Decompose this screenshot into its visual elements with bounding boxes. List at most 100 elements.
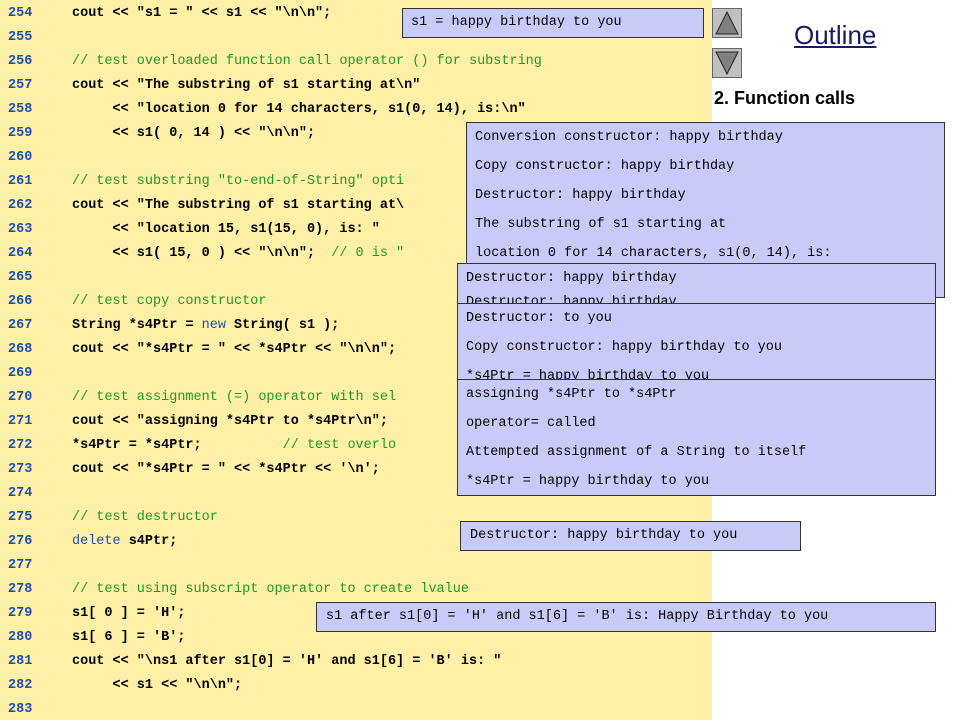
code-token: s4Ptr; xyxy=(120,534,178,549)
code-text: s1[ 0 ] = 'H'; xyxy=(72,602,185,626)
code-comment: // test substring "to-end-of-String" opt… xyxy=(72,174,405,189)
output-box-delete: Destructor: happy birthday to you xyxy=(460,521,801,551)
code-token: cout << "The substring of s1 starting at… xyxy=(72,198,405,213)
line-number: 274 xyxy=(8,486,33,501)
line-number: 272 xyxy=(8,438,33,453)
up-triangle-icon xyxy=(715,10,739,35)
line-number: 266 xyxy=(8,294,33,309)
line-number: 258 xyxy=(8,102,33,117)
line-number: 260 xyxy=(8,150,33,165)
line-number: 264 xyxy=(8,246,33,261)
code-text: // test overloaded function call operato… xyxy=(72,50,542,74)
code-comment: // test overloaded function call operato… xyxy=(72,54,542,69)
output-box-s1: s1 = happy birthday to you xyxy=(402,8,704,38)
code-text: delete s4Ptr; xyxy=(72,530,177,554)
code-text: << s1( 15, 0 ) << "\n\n"; // 0 is " xyxy=(72,242,405,266)
output-box-copy-constructor: Destructor: to you Copy constructor: happ… xyxy=(457,303,936,381)
code-text: cout << "s1 = " << s1 << "\n\n"; xyxy=(72,2,331,26)
line-number: 259 xyxy=(8,126,33,141)
code-token: cout << "*s4Ptr = " << *s4Ptr << '\n'; xyxy=(72,462,380,477)
outline-title[interactable]: Outline xyxy=(794,20,876,51)
code-text: // test substring "to-end-of-String" opt… xyxy=(72,170,404,194)
code-token: << s1 << "\n\n"; xyxy=(72,678,243,693)
code-token: *s4Ptr = *s4Ptr; xyxy=(72,438,283,453)
line-number: 268 xyxy=(8,342,33,357)
code-text: << "location 0 for 14 characters, s1(0, … xyxy=(72,98,526,122)
output-line: assigning *s4Ptr to *s4Ptr xyxy=(466,387,677,402)
output-line: Conversion constructor: happy birthday xyxy=(475,130,783,145)
section-label: 2. Function calls xyxy=(714,88,856,108)
line-number: 269 xyxy=(8,366,33,381)
output-text: s1 = happy birthday to you xyxy=(411,15,622,30)
code-text: cout << "assigning *s4Ptr to *s4Ptr\n"; xyxy=(72,410,388,434)
line-number: 256 xyxy=(8,54,33,69)
code-text: cout << "*s4Ptr = " << *s4Ptr << "\n\n"; xyxy=(72,338,396,362)
line-number: 265 xyxy=(8,270,33,285)
line-number: 276 xyxy=(8,534,33,549)
line-number: 275 xyxy=(8,510,33,525)
output-line: operator= called xyxy=(466,416,596,431)
code-comment: // test overlo xyxy=(282,438,397,453)
line-number: 280 xyxy=(8,630,33,645)
code-comment: // 0 is " xyxy=(331,246,405,261)
line-number: 254 xyxy=(8,6,33,21)
code-comment: // test using subscript operator to crea… xyxy=(72,582,469,597)
line-number: 277 xyxy=(8,558,33,573)
line-number: 262 xyxy=(8,198,33,213)
code-token: cout << "s1 = " << s1 << "\n\n"; xyxy=(72,6,332,21)
code-token: s1[ 6 ] = 'B'; xyxy=(72,630,186,645)
code-token: cout << "assigning *s4Ptr to *s4Ptr\n"; xyxy=(72,414,388,429)
code-text: *s4Ptr = *s4Ptr; // test overlo xyxy=(72,434,396,458)
code-text: cout << "*s4Ptr = " << *s4Ptr << '\n'; xyxy=(72,458,380,482)
output-box-subscript: s1 after s1[0] = 'H' and s1[6] = 'B' is:… xyxy=(316,602,936,632)
output-box-destructor: Destructor: happy birthday Destructor: ha… xyxy=(457,263,936,304)
code-text: // test using subscript operator to crea… xyxy=(72,578,469,602)
output-line: Copy constructor: happy birthday xyxy=(475,159,735,174)
next-slide-button[interactable] xyxy=(712,48,742,78)
line-number: 283 xyxy=(8,702,33,717)
output-line: Attempted assignment of a String to itse… xyxy=(466,445,807,460)
down-triangle-icon xyxy=(715,51,739,76)
code-token: cout << "The substring of s1 starting at… xyxy=(72,78,421,93)
code-token: << "location 0 for 14 characters, s1(0, … xyxy=(72,102,526,117)
code-token: << s1( 15, 0 ) << "\n\n"; xyxy=(72,246,332,261)
code-token: cout << "*s4Ptr = " << *s4Ptr << "\n\n"; xyxy=(72,342,397,357)
code-keyword: new xyxy=(201,318,226,333)
line-number: 281 xyxy=(8,654,33,669)
output-line: Destructor: to you xyxy=(466,311,612,326)
code-token: s1[ 0 ] = 'H'; xyxy=(72,606,186,621)
line-number: 263 xyxy=(8,222,33,237)
code-token: String( s1 ); xyxy=(225,318,340,333)
output-text: s1 after s1[0] = 'H' and s1[6] = 'B' is:… xyxy=(326,609,829,624)
line-number: 261 xyxy=(8,174,33,189)
output-line: Destructor: happy birthday xyxy=(475,188,686,203)
previous-slide-button[interactable] xyxy=(712,8,742,38)
code-comment: // test copy constructor xyxy=(72,294,267,309)
code-text: // test destructor xyxy=(72,506,218,530)
output-box-assignment: assigning *s4Ptr to *s4Ptr operator= call… xyxy=(457,379,936,496)
output-text: Destructor: happy birthday to you xyxy=(470,528,738,543)
line-number: 273 xyxy=(8,462,33,477)
code-text: << s1( 0, 14 ) << "\n\n"; xyxy=(72,122,316,146)
line-number: 267 xyxy=(8,318,33,333)
line-number: 279 xyxy=(8,606,33,621)
code-comment: // test assignment (=) operator with sel xyxy=(72,390,397,405)
line-number: 257 xyxy=(8,78,33,93)
output-line: Copy constructor: happy birthday to you xyxy=(466,340,782,355)
output-line: The substring of s1 starting at xyxy=(475,217,727,232)
line-number: 271 xyxy=(8,414,33,429)
code-text: cout << "\ns1 after s1[0] = 'H' and s1[6… xyxy=(72,650,501,674)
code-comment: // test destructor xyxy=(72,510,218,525)
output-line: Destructor: happy birthday xyxy=(466,295,677,304)
code-text: s1[ 6 ] = 'B'; xyxy=(72,626,185,650)
line-number: 278 xyxy=(8,582,33,597)
line-number: 270 xyxy=(8,390,33,405)
code-text: cout << "The substring of s1 starting at… xyxy=(72,194,404,218)
code-text: cout << "The substring of s1 starting at… xyxy=(72,74,420,98)
code-text: String *s4Ptr = new String( s1 ); xyxy=(72,314,339,338)
line-number: 255 xyxy=(8,30,33,45)
code-token: << "location 15, s1(15, 0), is: " xyxy=(72,222,380,237)
code-token: cout << "\ns1 after s1[0] = 'H' and s1[6… xyxy=(72,654,502,669)
output-line: *s4Ptr = happy birthday to you xyxy=(466,474,710,489)
code-keyword: delete xyxy=(72,534,121,549)
